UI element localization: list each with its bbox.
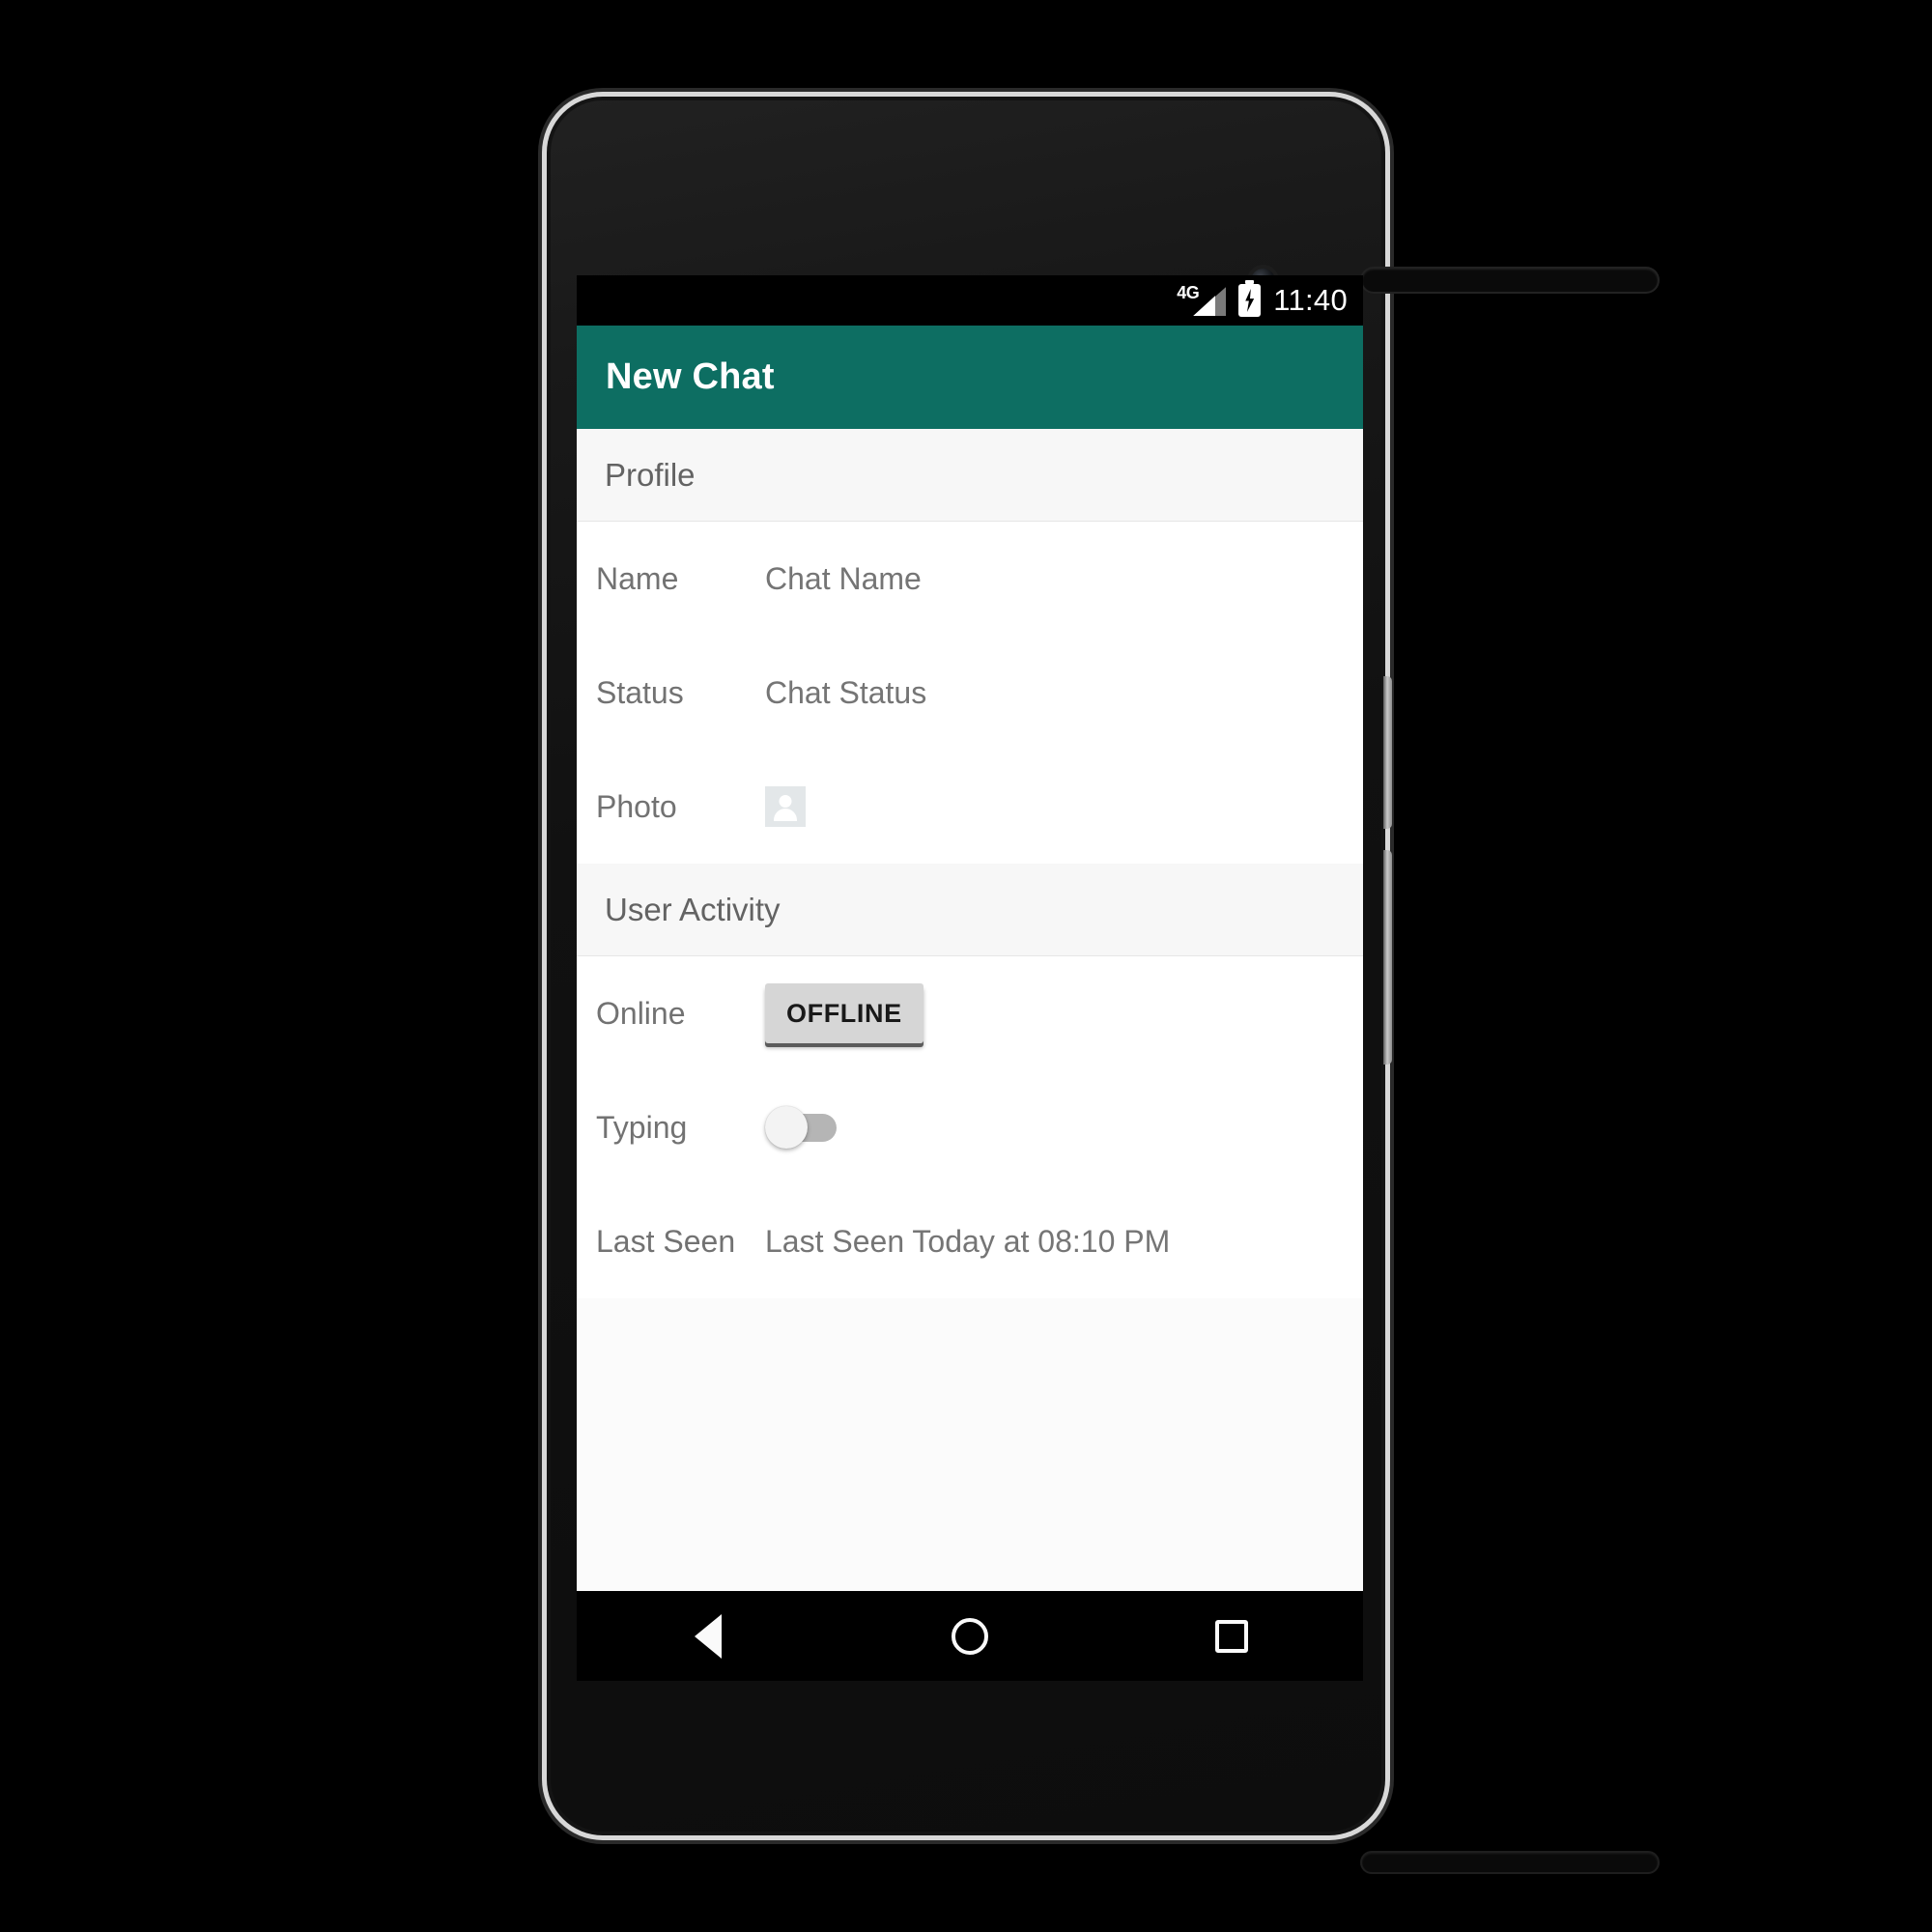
section-title: User Activity (605, 891, 781, 927)
battery-charging-icon (1238, 280, 1262, 317)
signal-bars-icon: 4G (1176, 283, 1227, 318)
offline-toggle-button[interactable]: OFFLINE (765, 983, 923, 1043)
power-button[interactable] (1383, 850, 1392, 1065)
earpiece-speaker-icon (1362, 269, 1658, 292)
list-empty-space (577, 1298, 1363, 1591)
section-header-user-activity: User Activity (577, 864, 1363, 956)
pref-row-name[interactable]: Name Chat Name (577, 522, 1363, 636)
pref-label-photo: Photo (596, 788, 677, 824)
status-bar-clock: 11:40 (1273, 282, 1348, 317)
preference-list: Profile Name Chat Name Status Chat Statu… (577, 429, 1363, 1591)
network-type-label: 4G (1177, 283, 1200, 302)
pref-row-photo[interactable]: Photo (577, 750, 1363, 864)
pref-label-status: Status (596, 674, 684, 710)
avatar-head-shape (779, 795, 792, 808)
pref-row-status[interactable]: Status Chat Status (577, 636, 1363, 750)
pref-value-status: Chat Status (765, 674, 927, 710)
section-body-profile: Name Chat Name Status Chat Status Photo (577, 522, 1363, 864)
android-navigation-bar (577, 1591, 1363, 1681)
app-bar: New Chat (577, 326, 1363, 429)
charging-bolt-icon (1245, 289, 1255, 312)
pref-value-last-seen: Last Seen Today at 08:10 PM (765, 1223, 1171, 1259)
home-circle-icon (951, 1617, 988, 1655)
phone-screen: 4G 11:40 New Chat Profile Name Chat Name (577, 275, 1363, 1681)
back-triangle-icon (694, 1613, 722, 1659)
person-placeholder-icon[interactable] (765, 786, 806, 827)
pref-row-online[interactable]: Online OFFLINE (577, 956, 1363, 1070)
avatar-body-shape (774, 809, 797, 821)
back-button[interactable] (650, 1591, 766, 1681)
pref-row-typing[interactable]: Typing (577, 1070, 1363, 1184)
pref-label-last-seen: Last Seen (596, 1223, 736, 1259)
section-header-profile: Profile (577, 429, 1363, 522)
page-title: New Chat (606, 356, 775, 397)
home-button[interactable] (912, 1591, 1028, 1681)
section-title: Profile (605, 456, 696, 493)
switch-thumb[interactable] (765, 1106, 808, 1149)
pref-label-name: Name (596, 560, 679, 596)
pref-row-last-seen[interactable]: Last Seen Last Seen Today at 08:10 PM (577, 1184, 1363, 1298)
recents-button[interactable] (1174, 1591, 1290, 1681)
screenshot-stage: 4G 11:40 New Chat Profile Name Chat Name (0, 0, 1932, 1932)
pref-value-name: Chat Name (765, 560, 922, 596)
section-body-user-activity: Online OFFLINE Typing Last Seen Last See… (577, 956, 1363, 1298)
typing-switch[interactable] (765, 1104, 838, 1151)
status-bar: 4G 11:40 (577, 275, 1363, 326)
recents-square-icon (1215, 1619, 1249, 1653)
volume-rocker[interactable] (1383, 676, 1392, 829)
pref-label-online: Online (596, 995, 686, 1031)
bottom-speaker-icon (1362, 1853, 1658, 1872)
pref-label-typing: Typing (596, 1109, 688, 1145)
